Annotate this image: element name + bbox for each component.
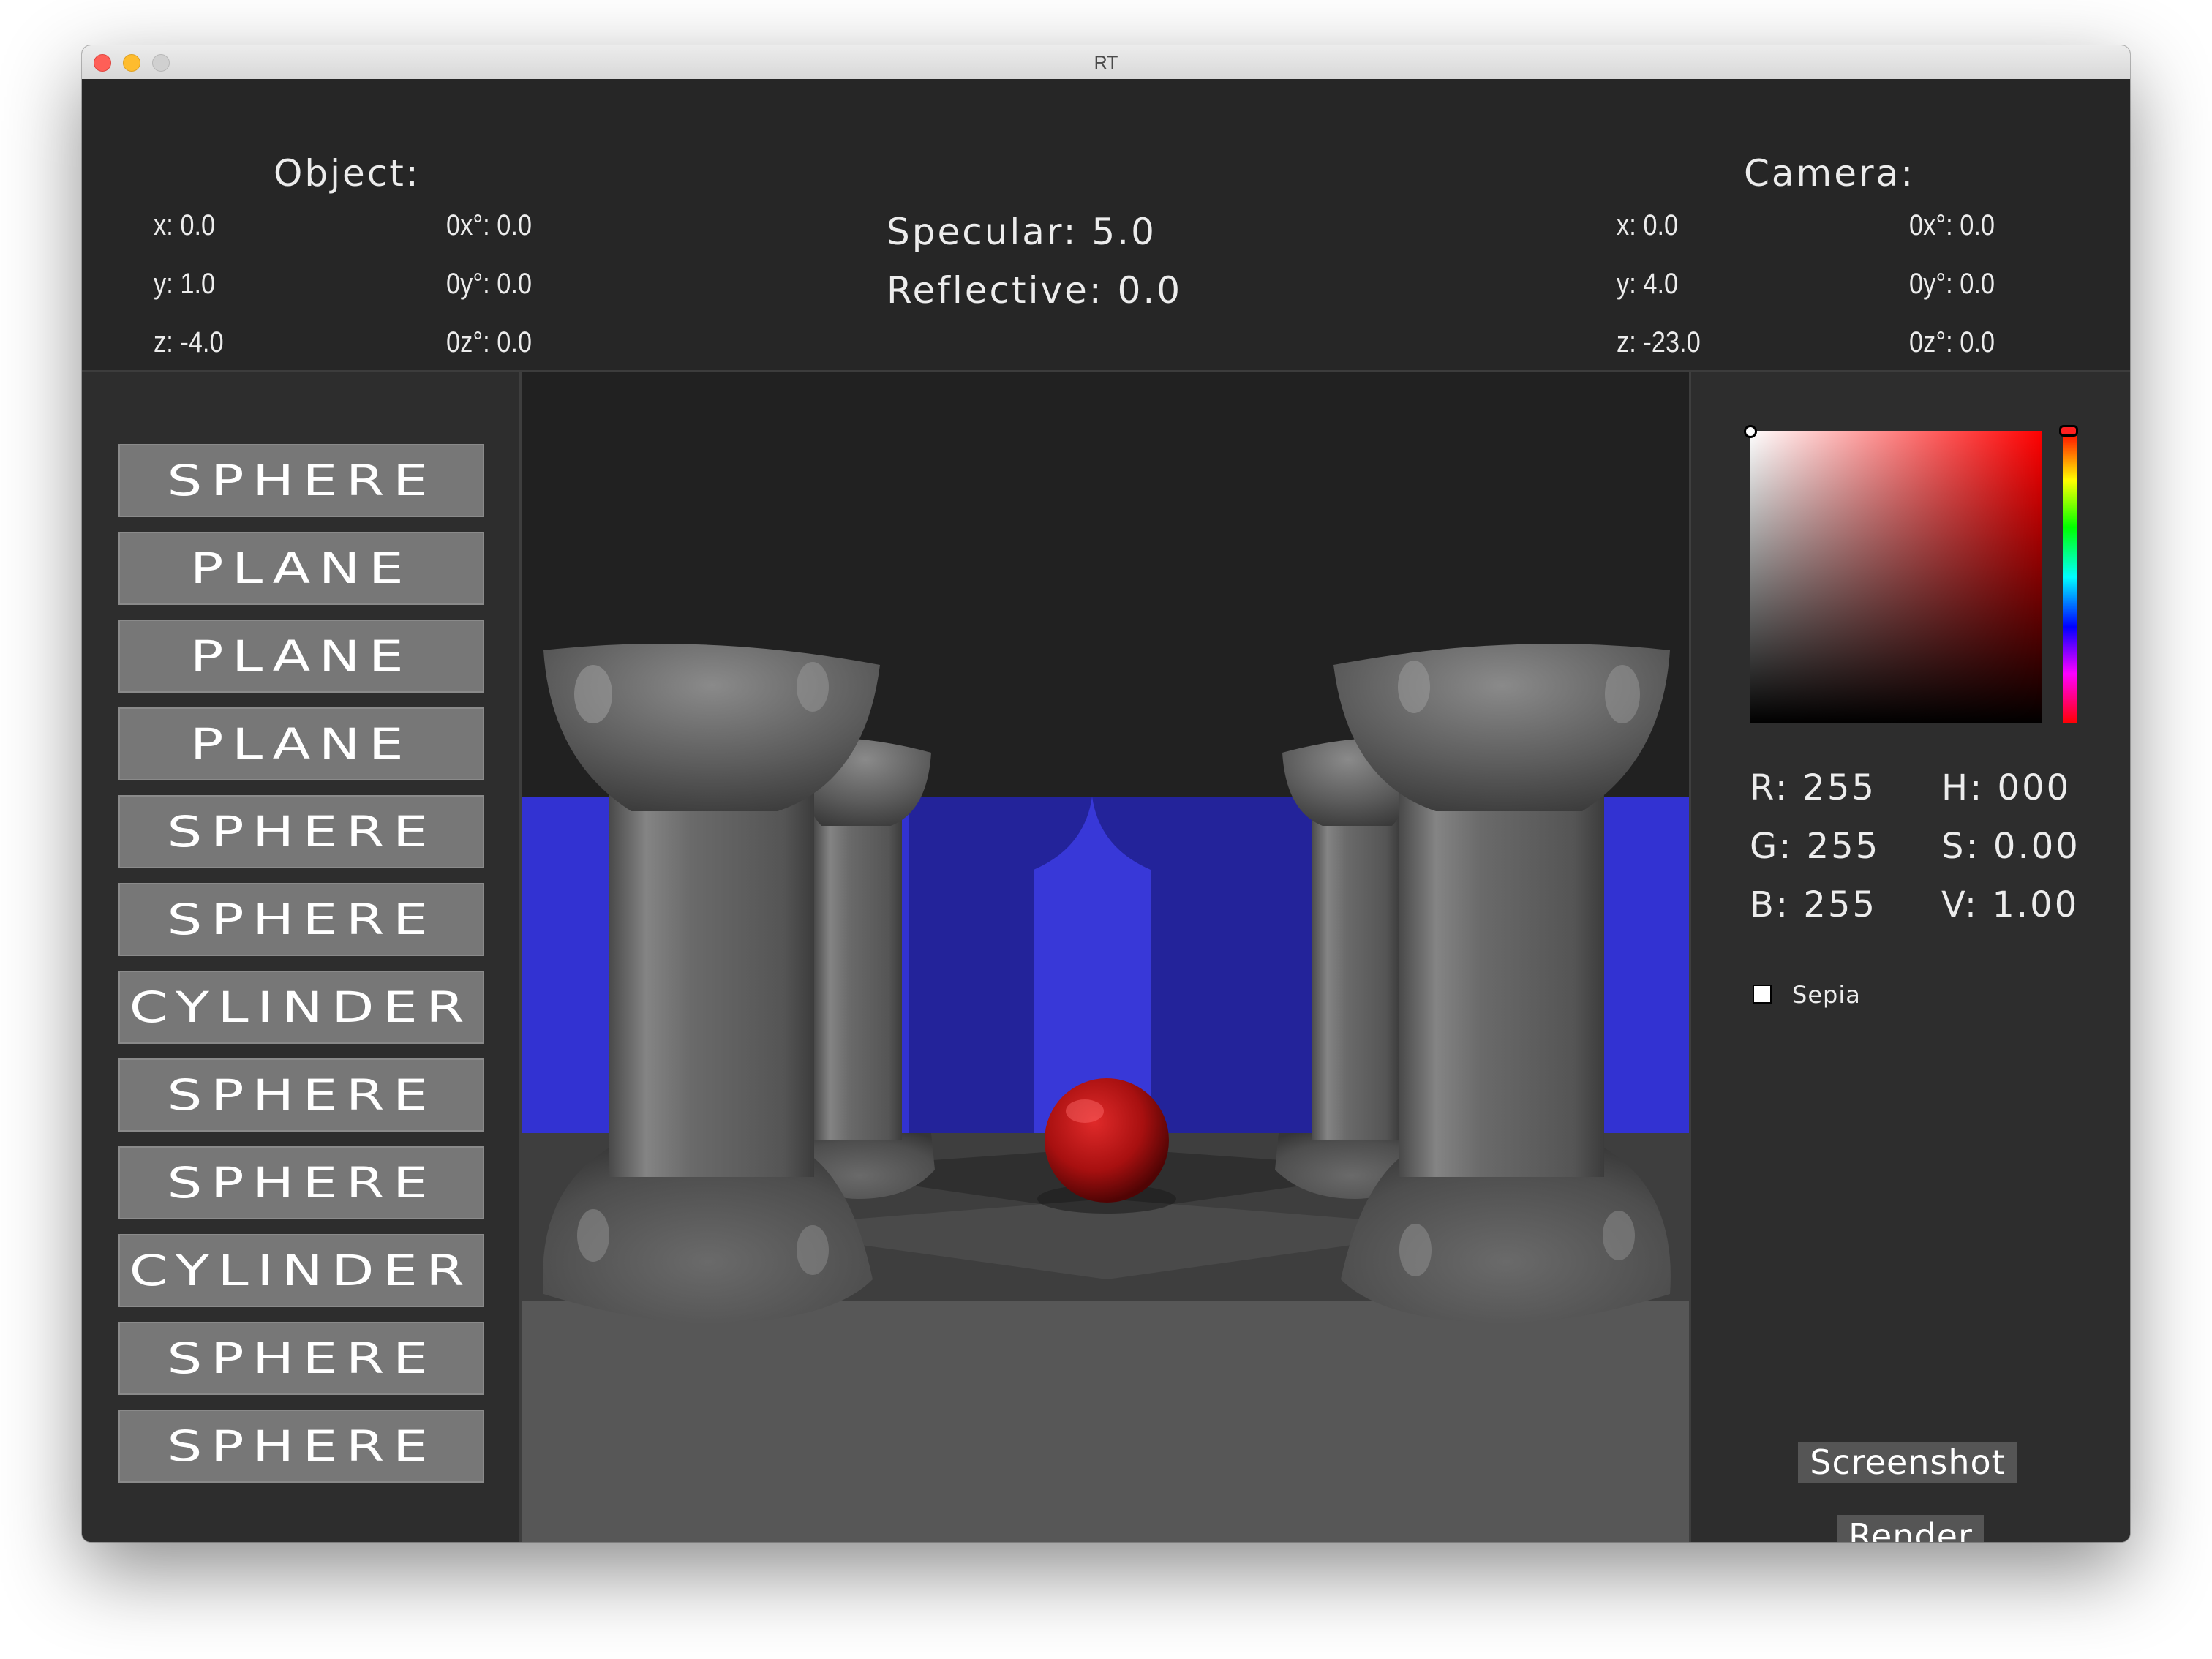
camera-x: x: 0.0	[1617, 209, 1679, 241]
blue-value: B: 255	[1750, 884, 1877, 925]
saturation-value-picker[interactable]	[1744, 425, 2042, 723]
camera-rotation-y: 0y°: 0.0	[1909, 268, 1995, 300]
object-button-sphere[interactable]: SPHERE	[118, 883, 484, 956]
camera-z: z: -23.0	[1617, 326, 1701, 358]
camera-y: y: 4.0	[1617, 268, 1679, 300]
object-button-label: SPHERE	[167, 1333, 436, 1383]
object-button-plane[interactable]: PLANE	[118, 532, 484, 605]
object-button-label: CYLINDER	[129, 982, 473, 1032]
object-button-label: SPHERE	[167, 1421, 436, 1471]
color-panel: R: 255 G: 255 B: 255 H: 000 S: 0.00 V: 1…	[1691, 372, 2130, 1542]
rendered-scene	[522, 372, 1689, 1542]
object-button-sphere[interactable]: SPHERE	[118, 1410, 484, 1483]
window-title: RT	[1094, 53, 1118, 73]
scene-floor-near	[522, 1301, 1689, 1542]
specular-value: Specular: 5.0	[887, 211, 1156, 253]
title-bar[interactable]: RT	[82, 45, 2130, 80]
camera-heading: Camera:	[1744, 152, 1916, 195]
object-button-label: SPHERE	[167, 1158, 436, 1208]
object-list-panel: SPHERE PLANE PLANE PLANE SPHERE SPHERE C…	[82, 372, 519, 1542]
object-button-sphere[interactable]: SPHERE	[118, 1146, 484, 1219]
render-viewport[interactable]	[519, 372, 1691, 1542]
sepia-label: Sepia	[1792, 981, 1861, 1009]
object-button-sphere[interactable]: SPHERE	[118, 1322, 484, 1395]
object-button-cylinder[interactable]: CYLINDER	[118, 1234, 484, 1307]
object-button-plane[interactable]: PLANE	[118, 707, 484, 780]
object-button-cylinder[interactable]: CYLINDER	[118, 971, 484, 1044]
object-button-label: PLANE	[190, 543, 413, 593]
brightness-value: V: 1.00	[1941, 884, 2080, 925]
object-button-label: SPHERE	[167, 895, 436, 944]
render-button[interactable]: Render	[1837, 1515, 1984, 1542]
red-value: R: 255	[1750, 767, 1876, 808]
green-value: G: 255	[1750, 826, 1881, 867]
object-button-label: CYLINDER	[129, 1246, 473, 1295]
object-button-label: SPHERE	[167, 807, 436, 857]
hue-slider[interactable]	[2059, 425, 2078, 723]
object-button-sphere[interactable]: SPHERE	[118, 444, 484, 517]
saturation-value-handle[interactable]	[1744, 425, 1757, 438]
object-button-label: SPHERE	[167, 456, 436, 505]
object-button-sphere[interactable]: SPHERE	[118, 795, 484, 868]
camera-rotation-x: 0x°: 0.0	[1909, 209, 1995, 241]
hue-value: H: 000	[1941, 767, 2072, 808]
object-y: y: 1.0	[154, 268, 216, 300]
object-rotation-z: 0z°: 0.0	[446, 326, 533, 358]
object-x: x: 0.0	[154, 209, 216, 241]
object-button-label: PLANE	[190, 631, 413, 681]
info-panel: Object: x: 0.0 y: 1.0 z: -4.0 0x°: 0.0 0…	[82, 79, 2130, 372]
reflective-value: Reflective: 0.0	[887, 269, 1183, 312]
saturation-value: S: 0.00	[1941, 826, 2080, 867]
hue-slider-handle[interactable]	[2059, 425, 2078, 437]
screenshot-button[interactable]: Screenshot	[1798, 1442, 2017, 1483]
camera-rotation-z: 0z°: 0.0	[1909, 326, 1995, 358]
object-rotation-y: 0y°: 0.0	[446, 268, 533, 300]
object-button-plane[interactable]: PLANE	[118, 620, 484, 693]
object-button-label: SPHERE	[167, 1070, 436, 1120]
object-button-label: PLANE	[190, 719, 413, 769]
object-button-sphere[interactable]: SPHERE	[118, 1058, 484, 1132]
object-rotation-x: 0x°: 0.0	[446, 209, 533, 241]
object-z: z: -4.0	[154, 326, 224, 358]
sepia-checkbox[interactable]	[1753, 985, 1772, 1004]
app-window: RT Object: x: 0.0 y: 1.0 z: -4.0 0x°: 0.…	[82, 45, 2130, 1542]
object-heading: Object:	[274, 152, 421, 195]
